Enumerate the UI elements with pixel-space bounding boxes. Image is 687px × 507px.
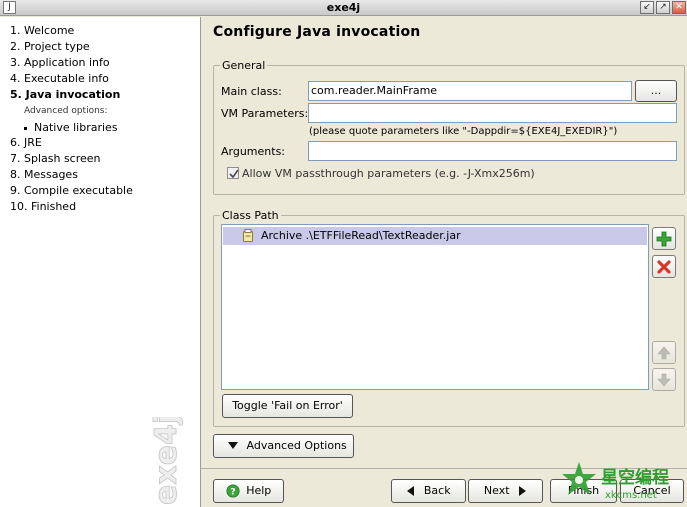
x-icon bbox=[657, 260, 671, 274]
bullet-icon bbox=[24, 126, 27, 130]
step-finished[interactable]: 10. Finished bbox=[10, 200, 76, 213]
step-project-type[interactable]: 2. Project type bbox=[10, 40, 90, 53]
help-label: Help bbox=[246, 484, 272, 497]
maximize-button[interactable]: ↗ bbox=[656, 1, 670, 14]
exe4j-brand-logo: exe4j bbox=[149, 417, 185, 505]
step-jre[interactable]: 6. JRE bbox=[10, 136, 42, 149]
main-class-field[interactable]: com.reader.MainFrame bbox=[308, 81, 632, 101]
next-label: Next bbox=[483, 484, 510, 497]
arrow-up-icon bbox=[657, 346, 671, 360]
main-class-label: Main class: bbox=[221, 85, 282, 98]
allow-passthrough-label: Allow VM passthrough parameters (e.g. -J… bbox=[242, 167, 535, 180]
title-bar: J exe4j ↙ ↗ ✕ bbox=[0, 0, 687, 16]
add-class-path-button[interactable] bbox=[652, 227, 676, 250]
vm-parameters-hint: (please quote parameters like "-Dappdir=… bbox=[309, 126, 618, 137]
allow-passthrough-checkbox[interactable] bbox=[227, 167, 239, 179]
next-button[interactable]: Next bbox=[468, 479, 543, 503]
triangle-down-icon bbox=[228, 442, 238, 449]
close-button[interactable]: ✕ bbox=[672, 1, 686, 14]
help-icon: ? bbox=[226, 484, 240, 498]
remove-class-path-button[interactable] bbox=[652, 255, 676, 278]
svg-text:星空编程: 星空编程 bbox=[601, 467, 669, 488]
minimize-button[interactable]: ↙ bbox=[640, 1, 654, 14]
class-path-entry[interactable]: Archive .\ETFFileRead\TextReader.jar bbox=[223, 227, 647, 245]
move-down-button[interactable] bbox=[652, 368, 676, 391]
back-label: Back bbox=[423, 484, 451, 497]
step-splash-screen[interactable]: 7. Splash screen bbox=[10, 152, 101, 165]
advanced-options-button[interactable]: Advanced Options bbox=[213, 434, 354, 458]
svg-text:exe4j: exe4j bbox=[149, 417, 184, 505]
step-compile-executable[interactable]: 9. Compile executable bbox=[10, 184, 133, 197]
vm-parameters-label: VM Parameters: bbox=[221, 107, 309, 120]
general-group-title: General bbox=[220, 59, 268, 72]
class-path-entry-label: Archive .\ETFFileRead\TextReader.jar bbox=[261, 229, 461, 242]
checkmark-icon bbox=[229, 169, 239, 179]
step-application-info[interactable]: 3. Application info bbox=[10, 56, 110, 69]
back-button[interactable]: Back bbox=[391, 479, 466, 503]
vm-parameters-field[interactable] bbox=[308, 103, 677, 123]
arrow-down-icon bbox=[657, 373, 671, 387]
arguments-label: Arguments: bbox=[221, 145, 286, 158]
step-native-libraries[interactable]: Native libraries bbox=[24, 121, 118, 134]
exe4j-window: J exe4j ↙ ↗ ✕ 1. Welcome 2. Project type… bbox=[0, 0, 687, 507]
step-messages[interactable]: 8. Messages bbox=[10, 168, 78, 181]
svg-text:xkcms.net: xkcms.net bbox=[605, 490, 657, 501]
svg-text:?: ? bbox=[230, 488, 235, 498]
arrow-right-icon bbox=[519, 486, 527, 496]
step-executable-info[interactable]: 4. Executable info bbox=[10, 72, 109, 85]
plus-icon bbox=[656, 231, 672, 247]
xkcms-watermark: 星空编程 xkcms.net bbox=[562, 462, 669, 501]
help-button[interactable]: ? Help bbox=[213, 479, 284, 503]
native-libraries-label: Native libraries bbox=[34, 121, 118, 134]
page-title: Configure Java invocation bbox=[213, 24, 421, 40]
toggle-fail-on-error-button[interactable]: Toggle 'Fail on Error' bbox=[222, 394, 353, 418]
class-path-list[interactable]: Archive .\ETFFileRead\TextReader.jar bbox=[221, 224, 649, 390]
jar-archive-icon bbox=[243, 229, 253, 242]
wizard-steps-panel: 1. Welcome 2. Project type 3. Applicatio… bbox=[0, 17, 201, 507]
window-title: exe4j bbox=[326, 1, 361, 14]
arrow-left-icon bbox=[407, 486, 415, 496]
arguments-field[interactable] bbox=[308, 141, 677, 161]
advanced-options-label: Advanced Options bbox=[246, 439, 347, 452]
class-path-group-title: Class Path bbox=[220, 209, 281, 222]
browse-main-class-button[interactable]: ... bbox=[635, 80, 677, 102]
step-java-invocation[interactable]: 5. Java invocation bbox=[10, 88, 120, 101]
step-welcome[interactable]: 1. Welcome bbox=[10, 24, 74, 37]
advanced-options-heading: Advanced options: bbox=[24, 106, 108, 116]
move-up-button[interactable] bbox=[652, 341, 676, 364]
